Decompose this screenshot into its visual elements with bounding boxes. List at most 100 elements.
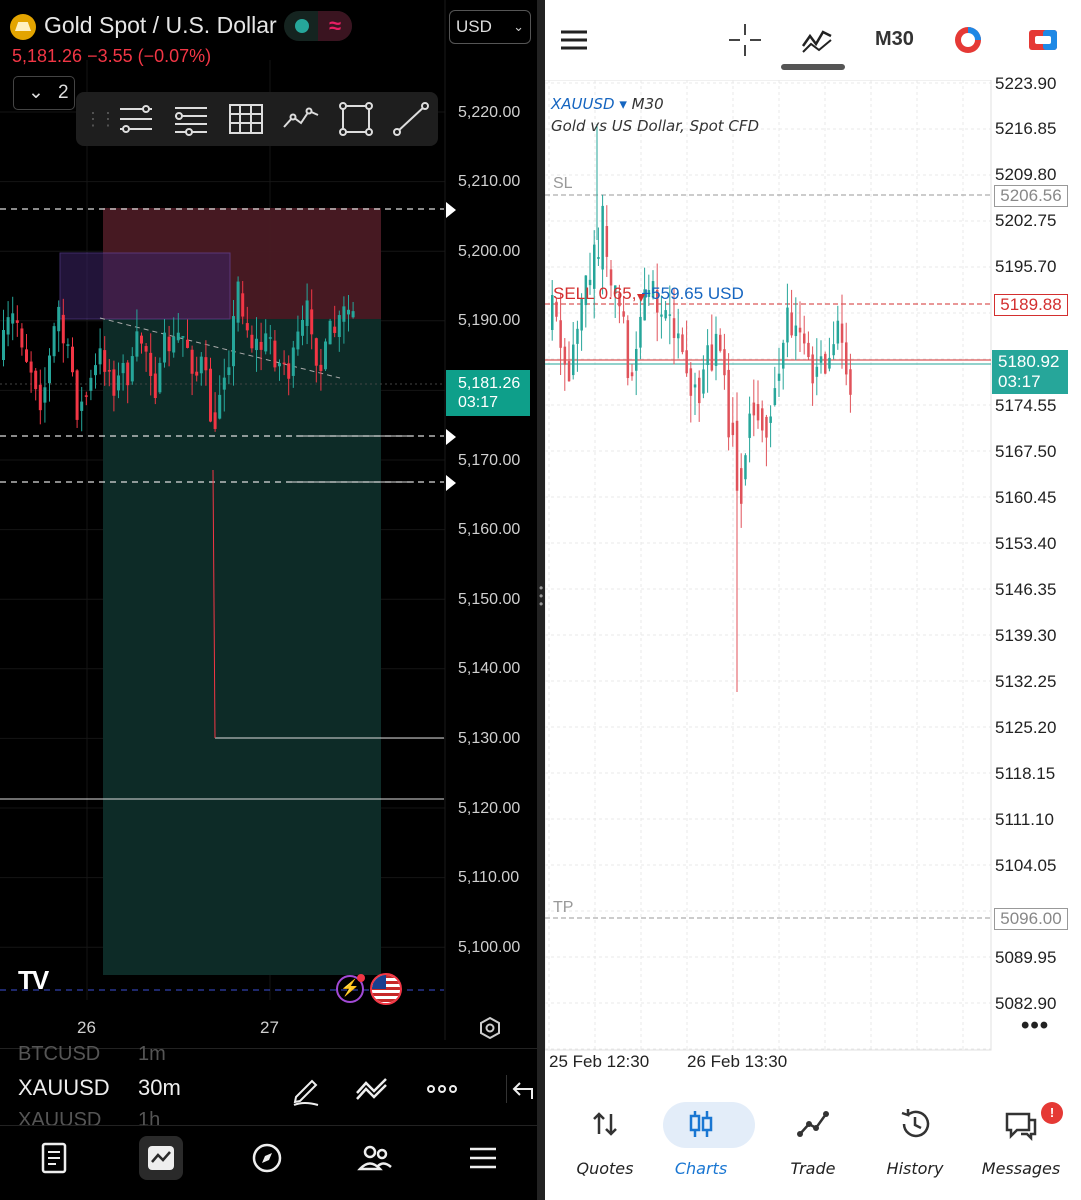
gold-symbol-logo: [10, 14, 36, 40]
undo-icon[interactable]: [505, 1071, 537, 1107]
candle-body: [765, 416, 768, 438]
price-tick: 5209.80: [995, 165, 1057, 184]
price-tick: 5,120.00: [458, 800, 521, 817]
candle-body: [38, 384, 42, 411]
chart-symbol-label: XAUUSD ▾ M30: [551, 95, 664, 113]
crosshair-icon[interactable]: [723, 18, 767, 62]
candle-body: [301, 319, 304, 336]
symbol-picker[interactable]: XAUUSD: [18, 1075, 110, 1101]
tradingview-logo: TV: [18, 965, 49, 995]
interval-picker-prev[interactable]: 1m: [138, 1043, 166, 1066]
candle-body: [777, 373, 781, 381]
alert-marker-icon[interactable]: [446, 202, 456, 218]
candle-body: [811, 354, 814, 384]
candle-body: [176, 332, 180, 341]
nav-label: Quotes: [576, 1159, 634, 1178]
candle-body: [167, 336, 171, 352]
nav-trade[interactable]: Trade: [761, 1102, 865, 1192]
candle-body: [57, 306, 61, 332]
chart-icon[interactable]: [139, 1136, 183, 1180]
one-click-trading-icon[interactable]: [946, 18, 990, 62]
more-options-icon[interactable]: •••: [1021, 1012, 1049, 1040]
drag-handle-icon[interactable]: ⋮⋮: [84, 109, 117, 130]
chart-settings-icon[interactable]: [478, 1016, 502, 1040]
candle-body: [195, 371, 199, 376]
menu-icon[interactable]: [461, 1136, 505, 1180]
candle-body: [794, 325, 798, 337]
alert-marker-icon[interactable]: [446, 475, 456, 491]
nav-history[interactable]: History: [863, 1102, 967, 1192]
symbol-picker-prev[interactable]: BTCUSD: [18, 1043, 100, 1066]
stop-loss-price[interactable]: 5206.56: [994, 185, 1068, 207]
nav-messages[interactable]: ! Messages: [969, 1102, 1073, 1192]
candle-body: [29, 361, 33, 373]
community-icon[interactable]: [353, 1136, 397, 1180]
candle-body: [748, 413, 751, 438]
price-tick: 5,170.00: [458, 452, 521, 469]
symbol-name: XAUUSD: [551, 95, 615, 113]
candle-body: [689, 368, 693, 396]
candle-body: [727, 369, 730, 438]
nav-charts[interactable]: Charts: [649, 1102, 755, 1192]
left-price-chart[interactable]: [0, 0, 537, 1048]
nav-quotes[interactable]: Quotes: [553, 1102, 657, 1192]
trend-path-icon[interactable]: [281, 101, 321, 137]
candle-body: [144, 346, 148, 352]
candle-body: [803, 333, 806, 344]
candle-body: [567, 361, 571, 382]
candle-body: [287, 363, 291, 379]
candle-body: [314, 338, 318, 366]
watchlist-icon[interactable]: [32, 1136, 76, 1180]
hamburger-menu-icon[interactable]: [553, 18, 597, 62]
candle-body: [103, 350, 107, 372]
candle-body: [664, 310, 667, 319]
indicators-icon[interactable]: [354, 1071, 390, 1107]
candle-body: [2, 330, 5, 360]
fib-retracement-icon[interactable]: [116, 101, 156, 137]
us-flag-event-icon[interactable]: [370, 973, 402, 1005]
candle-body: [761, 408, 764, 431]
sell-entry-price[interactable]: 5189.88: [994, 294, 1068, 316]
lightning-event-icon[interactable]: ⚡: [336, 974, 365, 1003]
symbol-title[interactable]: Gold Spot / U.S. Dollar: [44, 12, 277, 39]
indicators-icon[interactable]: [795, 18, 839, 62]
grid-icon[interactable]: [226, 101, 266, 137]
trade-panel-icon[interactable]: [1021, 18, 1065, 62]
chart-area: [545, 80, 992, 1051]
nav-label: History: [886, 1159, 944, 1178]
price-tick: 5,190.00: [458, 312, 521, 329]
candle-body: [790, 312, 793, 336]
line-icon[interactable]: [391, 101, 431, 137]
candle-body: [61, 314, 65, 344]
rectangle-icon[interactable]: [336, 101, 376, 137]
candle-body: [117, 375, 120, 391]
candle-body: [250, 334, 254, 349]
fib-extension-icon[interactable]: [171, 101, 211, 137]
price-tick: 5202.75: [995, 211, 1057, 230]
split-screen-divider[interactable]: • • •: [537, 0, 545, 1200]
interval-picker[interactable]: 30m: [138, 1075, 181, 1101]
market-status[interactable]: ≈: [284, 11, 352, 41]
explore-icon[interactable]: [245, 1136, 289, 1180]
candle-body: [232, 316, 235, 367]
tradingview-pane: Gold Spot / U.S. Dollar 5,181.26 −3.55 (…: [0, 0, 537, 1200]
alert-marker-icon[interactable]: [446, 429, 456, 445]
candle-body: [630, 372, 634, 377]
candle-body: [11, 313, 15, 324]
timeframe-button[interactable]: M30: [875, 28, 914, 51]
candle-body: [107, 370, 111, 372]
candle-body: [660, 314, 663, 317]
more-options-icon[interactable]: [424, 1071, 460, 1107]
candle-body: [601, 205, 604, 270]
price-tick: 5,220.00: [458, 104, 521, 121]
currency-select[interactable]: USD ⌄: [449, 10, 531, 44]
take-profit-price[interactable]: 5096.00: [994, 908, 1068, 930]
candle-body: [98, 348, 102, 365]
candle-body: [213, 412, 217, 429]
pencil-icon[interactable]: [288, 1071, 324, 1107]
candle-body: [782, 342, 785, 369]
price-tick: 5,210.00: [458, 173, 521, 190]
drawings-layer-toggle[interactable]: ⌄ 2: [13, 76, 75, 110]
position-label[interactable]: SELL 0.65, +559.65 USD: [553, 284, 744, 304]
price-tick: 5089.95: [995, 948, 1057, 967]
